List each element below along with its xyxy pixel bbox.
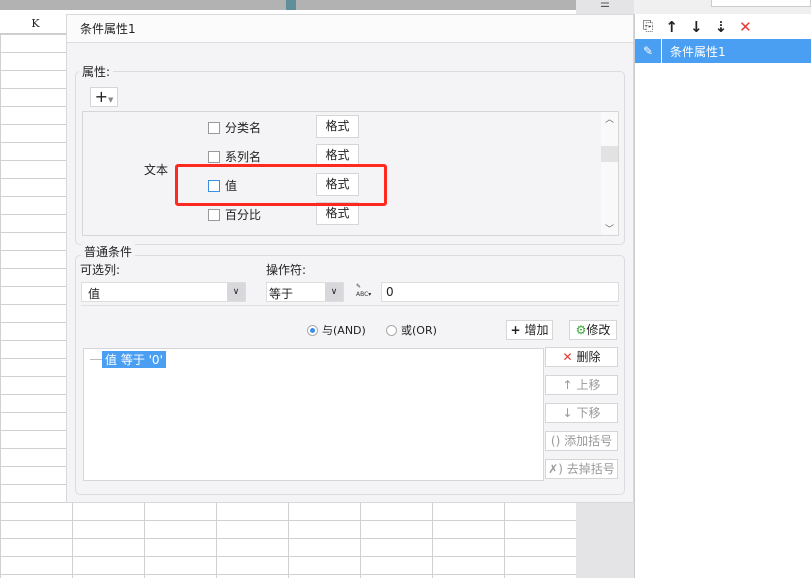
- value-input[interactable]: 0: [381, 282, 619, 302]
- list-item-label: 条件属性1: [670, 44, 726, 59]
- operator-label: 操作符:: [266, 263, 307, 277]
- scroll-down-icon[interactable]: ﹀: [601, 222, 618, 235]
- move-down-button[interactable]: ↓ 下移: [545, 403, 618, 423]
- highlight-box: [175, 164, 387, 206]
- column-label: 可选列:: [80, 263, 121, 277]
- scroll-thumb[interactable]: [601, 146, 618, 162]
- conditions-legend: 普通条件: [81, 243, 136, 260]
- attribute-series[interactable]: 系列名: [208, 148, 261, 165]
- arrow-down-icon: ↓: [562, 406, 573, 420]
- checkbox[interactable]: [208, 208, 220, 221]
- or-radio[interactable]: 或(OR): [386, 322, 437, 338]
- copy-icon[interactable]: ⎘: [643, 19, 653, 34]
- chevron-down-icon[interactable]: ∨: [227, 283, 245, 301]
- dialog-title: 条件属性1: [67, 15, 633, 43]
- vertical-scrollbar[interactable]: ︿ ﹀: [601, 112, 618, 235]
- condition-list-panel: ⎘ ↑ ↓ ⇣ ✕ ✎ 条件属性1: [634, 14, 811, 578]
- plus-icon: +: [94, 87, 108, 106]
- arrow-up-icon: ↑: [562, 378, 573, 392]
- checkbox[interactable]: [208, 121, 220, 134]
- condition-dialog: 条件属性1 属性: +▼ 文本 分类名 格式 系列名 格式 值 格式 百分比 格…: [66, 14, 634, 503]
- add-parentheses-button[interactable]: () 添加括号: [545, 431, 618, 451]
- condition-list[interactable]: 值 等于 '0': [83, 348, 544, 481]
- scroll-thumb[interactable]: [286, 0, 296, 10]
- gear-icon: ⚙: [575, 323, 587, 337]
- column-header-k[interactable]: K: [0, 14, 72, 34]
- add-condition-button[interactable]: + 增加: [506, 320, 553, 340]
- arrow-down-icon[interactable]: ↓: [690, 18, 703, 36]
- chevron-down-icon[interactable]: ∨: [325, 283, 343, 301]
- parentheses-icon: (): [550, 434, 561, 448]
- list-item[interactable]: ✎ 条件属性1: [635, 39, 811, 63]
- remove-parentheses-button[interactable]: ✗) 去掉括号: [545, 459, 618, 479]
- value-type-icon[interactable]: ✎ ABC▾: [356, 283, 371, 299]
- attributes-legend: 属性:: [79, 63, 114, 80]
- modify-button[interactable]: ⚙修改: [569, 320, 617, 340]
- add-attribute-button[interactable]: +▼: [90, 87, 118, 107]
- divider: [81, 305, 619, 306]
- checkbox[interactable]: [208, 150, 220, 163]
- delete-button[interactable]: ✕ 删除: [545, 347, 618, 367]
- attribute-percent[interactable]: 百分比: [208, 206, 261, 223]
- pencil-icon: ✎: [635, 39, 662, 63]
- panel-toolbar: ⎘ ↑ ↓ ⇣ ✕: [635, 14, 811, 39]
- condition-item[interactable]: 值 等于 '0': [90, 351, 166, 368]
- attribute-category[interactable]: 分类名: [208, 119, 261, 136]
- plus-icon: +: [510, 323, 521, 337]
- close-icon: ✕: [562, 350, 573, 364]
- column-select[interactable]: 值 ∨: [81, 282, 246, 302]
- list-icon[interactable]: ☰: [600, 0, 618, 10]
- top-right-input[interactable]: [711, 0, 811, 7]
- and-radio[interactable]: 与(AND): [307, 322, 366, 338]
- scroll-up-icon[interactable]: ︿: [601, 112, 618, 125]
- text-group-label: 文本: [144, 163, 169, 177]
- arrow-up-icon[interactable]: ↑: [665, 18, 678, 36]
- delete-icon[interactable]: ✕: [739, 18, 752, 36]
- remove-parentheses-icon: ✗): [548, 462, 563, 476]
- operator-select[interactable]: 等于 ∨: [266, 282, 344, 302]
- move-up-button[interactable]: ↑ 上移: [545, 375, 618, 395]
- format-button[interactable]: 格式: [316, 115, 359, 138]
- move-bottom-icon[interactable]: ⇣: [715, 18, 728, 36]
